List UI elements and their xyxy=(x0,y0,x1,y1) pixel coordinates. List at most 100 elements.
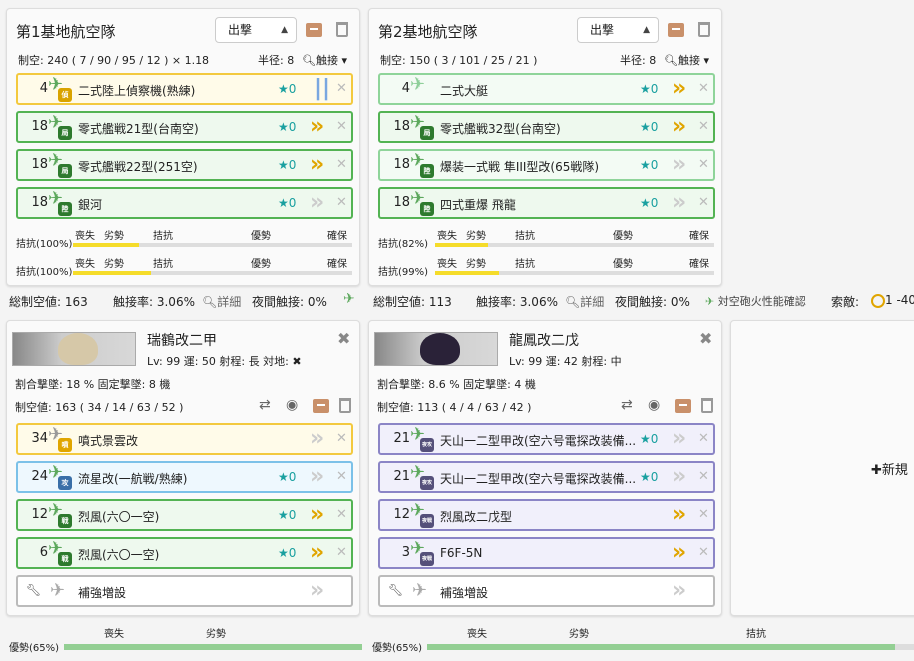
remove-icon[interactable]: ✕ xyxy=(698,431,709,446)
remove-icon[interactable]: ✕ xyxy=(698,507,709,522)
slot-count: 34 xyxy=(31,431,48,446)
proficiency-chevron-icon[interactable]: » xyxy=(310,579,325,603)
proficiency-bars-icon[interactable]: || xyxy=(314,77,330,101)
trash-icon[interactable] xyxy=(336,22,348,37)
ship-slot-3[interactable]: 12 ✈ 夜戦 烈風改二戊型 » ✕ xyxy=(378,499,715,531)
gauge-tick-label: 劣勢 xyxy=(569,629,589,640)
radius-label: 半径: 8 xyxy=(620,54,657,67)
swap-icon[interactable]: ⇄ xyxy=(259,397,271,413)
storage-icon[interactable] xyxy=(306,23,322,37)
air-power-line: 制空値: 113 ( 4 / 4 / 63 / 42 ) xyxy=(377,401,532,414)
proficiency-chevron-icon[interactable]: » xyxy=(672,579,687,603)
ship-name[interactable]: 瑞鶴改二甲 xyxy=(147,330,217,350)
base-slot-2[interactable]: 18 ✈ 局 零式艦戦32型(台南空) ★0 » ✕ xyxy=(378,111,715,143)
remove-icon[interactable]: ✕ xyxy=(698,81,709,96)
proficiency-chevron-icon[interactable]: » xyxy=(310,153,325,177)
remove-icon[interactable]: ✕ xyxy=(336,545,347,560)
remove-icon[interactable]: ✕ xyxy=(698,469,709,484)
gauge-tick-label: 喪失 xyxy=(437,259,457,270)
ship-slot-4[interactable]: 3 ✈ 夜戦 F6F-5N » ✕ xyxy=(378,537,715,569)
base-slot-1[interactable]: 4 ✈ 偵 二式陸上偵察機(熟練) ★0 || ✕ xyxy=(16,73,353,105)
add-ship-button[interactable]: ✚新規 xyxy=(871,459,908,478)
ship-name[interactable]: 龍鳳改二戊 xyxy=(509,330,579,350)
ship-slot-1[interactable]: 34 ✈ 噴 噴式景雲改 » ✕ xyxy=(16,423,353,455)
remove-icon[interactable]: ✕ xyxy=(336,469,347,484)
proficiency-chevron-icon[interactable]: » xyxy=(310,427,325,451)
jet-plane-icon: ✈ 噴 xyxy=(48,426,74,452)
proficiency-chevron-icon[interactable]: » xyxy=(310,465,325,489)
trash-icon[interactable] xyxy=(339,398,351,413)
remove-icon[interactable]: ✕ xyxy=(336,195,347,210)
proficiency-chevron-icon[interactable]: » xyxy=(672,191,687,215)
proficiency-chevron-icon[interactable]: » xyxy=(672,541,687,565)
base-slot-1[interactable]: 4 ✈ 二式大艇 ★0 » ✕ xyxy=(378,73,715,105)
night-attacker-icon: ✈ 夜攻 xyxy=(410,464,436,490)
sortie-select[interactable]: 出撃 ▲ xyxy=(215,17,297,43)
base-slot-4[interactable]: 18 ✈ 陸 四式重爆 飛龍 ★0 » ✕ xyxy=(378,187,715,219)
remove-icon[interactable]: ✕ xyxy=(336,157,347,172)
eye-icon[interactable]: ◉ xyxy=(286,397,298,413)
air-power-line: 制空: 150 ( 3 / 101 / 25 / 21 ) xyxy=(380,54,538,67)
sortie-value: 出撃 xyxy=(228,23,253,37)
new-ship-card[interactable]: ✚新規 xyxy=(730,320,914,616)
ship-stats: Lv: 99 運: 42 射程: 中 xyxy=(509,355,622,368)
gauge-tick-label: 拮抗 xyxy=(515,259,535,270)
proficiency-chevron-icon[interactable]: » xyxy=(310,115,325,139)
remove-icon[interactable]: ✕ xyxy=(698,195,709,210)
remove-icon[interactable]: ✕ xyxy=(336,81,347,96)
gauge-tick-label: 拮抗 xyxy=(153,231,173,242)
remove-icon[interactable]: ✕ xyxy=(336,431,347,446)
remove-icon[interactable]: ✕ xyxy=(336,507,347,522)
ship-slot-2[interactable]: 24 ✈ 攻 流星改(一航戦/熟練) ★0 » ✕ xyxy=(16,461,353,493)
contact-toggle[interactable]: 🔍︎触接 ▾ xyxy=(302,52,347,68)
proficiency-chevron-icon[interactable]: » xyxy=(310,191,325,215)
proficiency-chevron-icon[interactable]: » xyxy=(672,465,687,489)
aa-plane-icon[interactable]: ✈ xyxy=(343,291,355,307)
detail-link[interactable]: 🔍︎詳細 xyxy=(202,293,241,310)
trash-icon[interactable] xyxy=(701,398,713,413)
close-icon[interactable]: ✖ xyxy=(699,329,712,348)
reinforce-slot[interactable]: 🔧︎ ✈ 補強増設 » xyxy=(16,575,353,607)
base-slot-3[interactable]: 18 ✈ 局 零式艦戦22型(251空) ★0 » ✕ xyxy=(16,149,353,181)
proficiency-chevron-icon[interactable]: » xyxy=(310,541,325,565)
reinforce-slot[interactable]: 🔧︎ ✈ 補強増設 » xyxy=(378,575,715,607)
base-slot-3[interactable]: 18 ✈ 陸 爆装一式戦 隼III型改(65戦隊) ★0 » ✕ xyxy=(378,149,715,181)
proficiency-chevron-icon[interactable]: » xyxy=(310,503,325,527)
ship-slot-4[interactable]: 6 ✈ 戦 烈風(六〇一空) ★0 » ✕ xyxy=(16,537,353,569)
eye-icon[interactable]: ◉ xyxy=(648,397,660,413)
aa-check-link[interactable]: ✈ 対空砲火性能確認 xyxy=(705,293,806,309)
ship-slot-3[interactable]: 12 ✈ 戦 烈風(六〇一空) ★0 » ✕ xyxy=(16,499,353,531)
close-icon[interactable]: ✖ xyxy=(337,329,350,348)
storage-icon[interactable] xyxy=(675,399,691,413)
flying-boat-icon: ✈ xyxy=(410,74,426,95)
gauge-tick-label: 喪失 xyxy=(437,231,457,242)
gauge-status: 拮抗(82%) xyxy=(378,239,429,250)
swap-icon[interactable]: ⇄ xyxy=(621,397,633,413)
proficiency-chevron-icon[interactable]: » xyxy=(672,503,687,527)
ship-slot-2[interactable]: 21 ✈ 夜攻 天山一二型甲改(空六号電探改装備... ★0 » ✕ xyxy=(378,461,715,493)
trash-icon[interactable] xyxy=(698,22,710,37)
proficiency-chevron-icon[interactable]: » xyxy=(672,77,687,101)
proficiency-chevron-icon[interactable]: » xyxy=(672,153,687,177)
remove-icon[interactable]: ✕ xyxy=(698,157,709,172)
base-slot-4[interactable]: 18 ✈ 陸 銀河 ★0 » ✕ xyxy=(16,187,353,219)
remove-icon[interactable]: ✕ xyxy=(698,545,709,560)
los-value[interactable]: 1 -40 xyxy=(871,293,914,308)
sortie-select[interactable]: 出撃 ▲ xyxy=(577,17,659,43)
contact-toggle[interactable]: 🔍︎触接 ▾ xyxy=(664,52,709,68)
radius-label: 半径: 8 xyxy=(258,54,295,67)
slot-count: 21 xyxy=(393,431,410,446)
storage-icon[interactable] xyxy=(668,23,684,37)
remove-icon[interactable]: ✕ xyxy=(698,119,709,134)
remove-icon[interactable]: ✕ xyxy=(336,119,347,134)
proficiency-chevron-icon[interactable]: » xyxy=(672,115,687,139)
gauge-tick-label: 拮抗 xyxy=(515,231,535,242)
recon-plane-icon: ✈ 偵 xyxy=(48,76,74,102)
gauge-tick-label: 確保 xyxy=(327,231,347,242)
base-slot-2[interactable]: 18 ✈ 局 零式艦戦21型(台南空) ★0 » ✕ xyxy=(16,111,353,143)
detail-link[interactable]: 🔍︎詳細 xyxy=(565,293,604,310)
ship-slot-1[interactable]: 21 ✈ 夜攻 天山一二型甲改(空六号電探改装備... ★0 » ✕ xyxy=(378,423,715,455)
storage-icon[interactable] xyxy=(313,399,329,413)
proficiency-chevron-icon[interactable]: » xyxy=(672,427,687,451)
slot-name: 四式重爆 飛龍 xyxy=(440,198,516,212)
